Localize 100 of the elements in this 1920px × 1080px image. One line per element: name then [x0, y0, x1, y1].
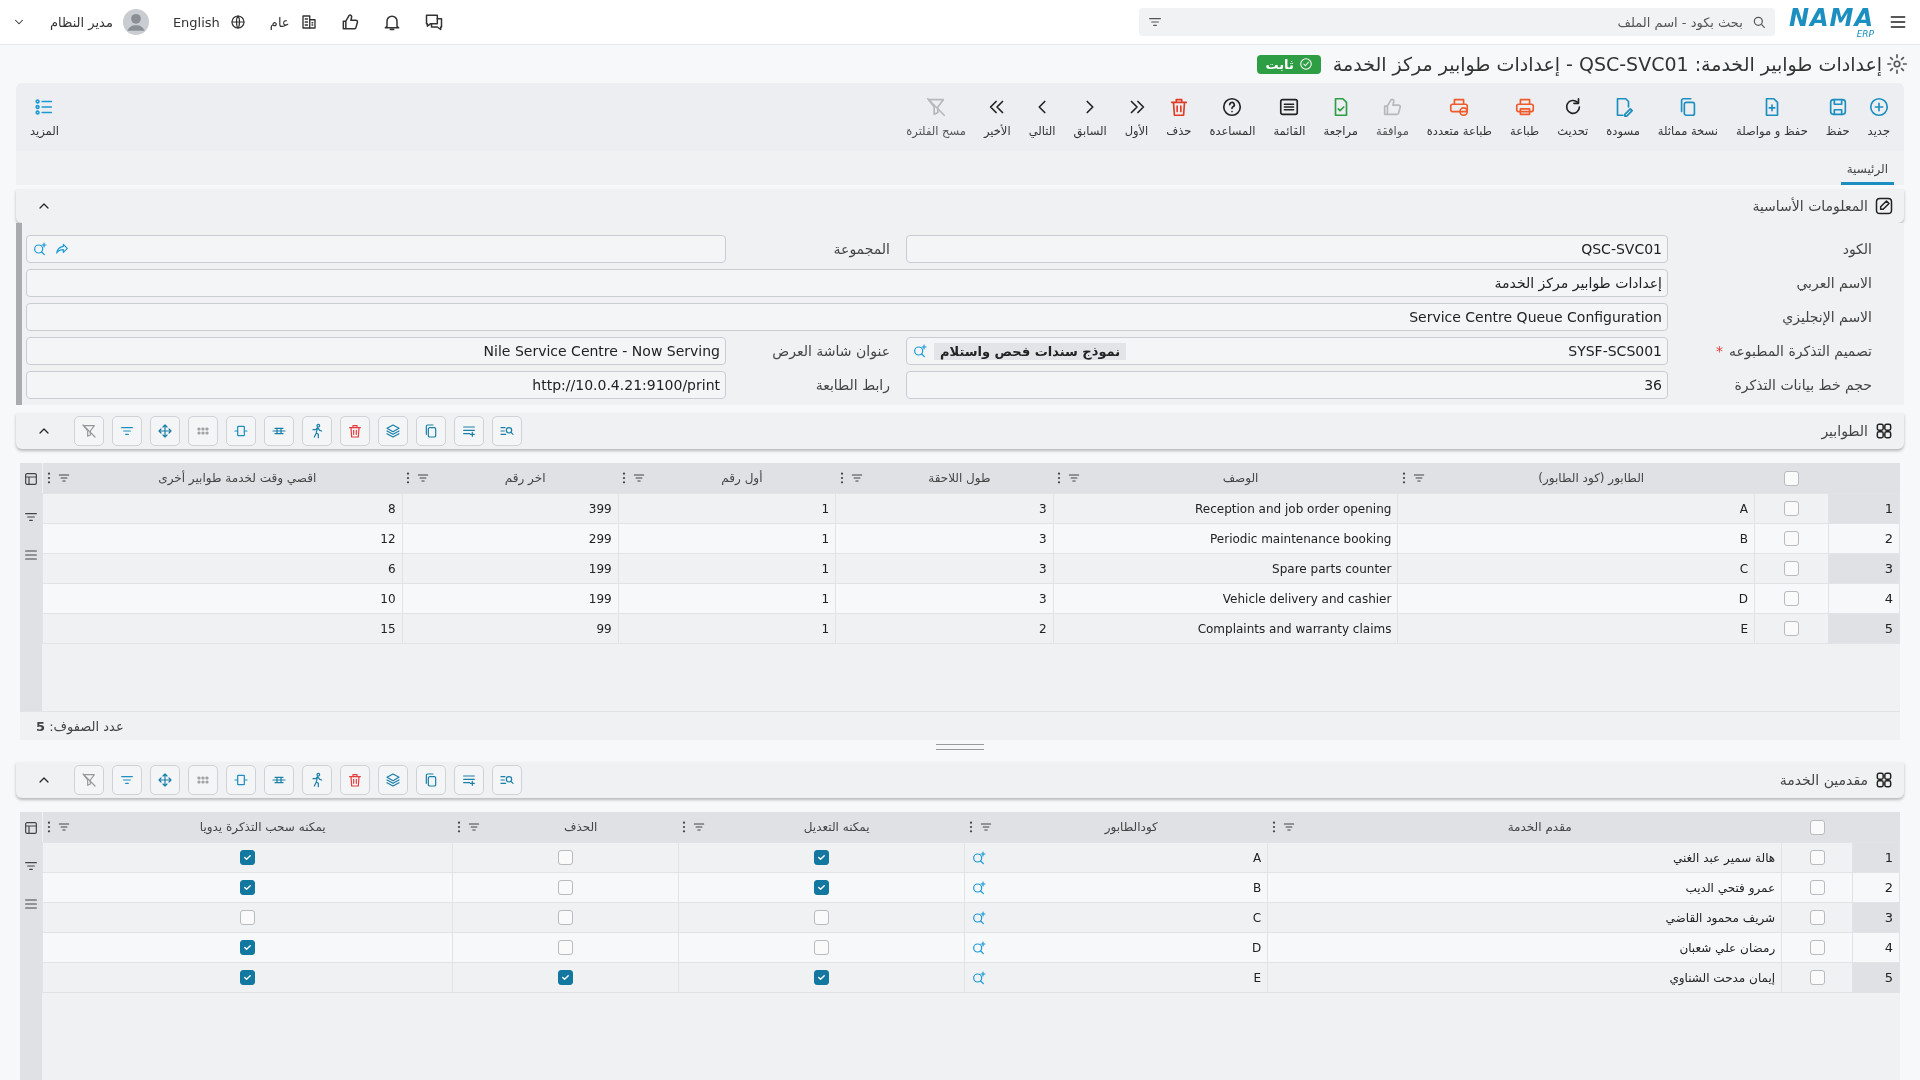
filter-button[interactable] — [112, 765, 142, 795]
run-button[interactable] — [302, 765, 332, 795]
search-list-button[interactable] — [492, 765, 522, 795]
column-header[interactable]: الطابور (كود الطابور) — [1397, 463, 1755, 494]
kebab-icon[interactable] — [46, 821, 51, 833]
checkbox[interactable] — [240, 970, 256, 985]
checkbox[interactable] — [558, 850, 574, 865]
company-label[interactable]: عام — [269, 14, 290, 30]
clear-filter-button[interactable] — [74, 765, 104, 795]
lookup-icon[interactable] — [971, 969, 988, 986]
kebab-icon[interactable] — [839, 472, 844, 484]
move-button[interactable] — [150, 416, 180, 446]
checkbox[interactable] — [814, 850, 830, 865]
toolbar-button[interactable]: حذف — [1160, 92, 1198, 142]
kebab-icon[interactable] — [1271, 821, 1276, 833]
rows-button[interactable] — [264, 765, 294, 795]
column-header[interactable]: يمكنه التعديل — [678, 812, 965, 843]
toolbar-button[interactable]: نسخة مماثلة — [1651, 92, 1724, 142]
checkbox[interactable] — [1784, 591, 1799, 606]
fit-columns-button[interactable] — [226, 765, 256, 795]
checkbox[interactable] — [814, 970, 830, 985]
toolbar-button[interactable]: مسودة — [1600, 92, 1646, 142]
kebab-icon[interactable] — [456, 821, 461, 833]
column-header[interactable]: اخر رقم — [402, 463, 619, 494]
column-header[interactable]: طول اللاحقة — [835, 463, 1054, 494]
kebab-icon[interactable] — [46, 472, 51, 484]
checkbox[interactable] — [1809, 910, 1825, 925]
checkbox[interactable] — [1809, 880, 1825, 895]
column-header[interactable]: أول رقم — [618, 463, 836, 494]
lookup-icon[interactable] — [912, 343, 928, 359]
input-field[interactable]: إعدادات طوابير مركز الخدمة — [26, 269, 1668, 297]
toolbar-button[interactable]: طباعة — [1504, 92, 1546, 142]
checkbox[interactable] — [814, 940, 830, 955]
toolbar-button[interactable]: جديد — [1861, 92, 1896, 142]
checkbox[interactable] — [1809, 970, 1825, 985]
share-arrow-icon[interactable] — [54, 241, 70, 257]
fit-columns-button[interactable] — [226, 416, 256, 446]
move-button[interactable] — [150, 765, 180, 795]
toolbar-button[interactable]: السابق — [1067, 92, 1113, 142]
run-button[interactable] — [302, 416, 332, 446]
more-button[interactable]: المزيد — [24, 92, 65, 142]
filter-button[interactable] — [112, 416, 142, 446]
input-field[interactable]: QSC-SVC01 — [906, 235, 1668, 263]
toolbar-button[interactable]: مراجعة — [1317, 92, 1365, 142]
checkbox[interactable] — [1784, 561, 1799, 576]
column-header[interactable]: الوصف — [1053, 463, 1398, 494]
column-header[interactable]: كودالطابور — [964, 812, 1268, 843]
toolbar-button[interactable]: طباعة متعددة — [1420, 92, 1498, 142]
checkbox[interactable] — [1784, 470, 1799, 486]
checkbox[interactable] — [558, 970, 574, 985]
toolbar-button[interactable]: التالي — [1022, 92, 1062, 142]
checkbox[interactable] — [1784, 531, 1799, 546]
dots-button[interactable] — [188, 765, 218, 795]
table-icon[interactable] — [23, 820, 39, 836]
resize-handle[interactable] — [936, 744, 984, 750]
checkbox[interactable] — [558, 910, 574, 925]
lookup-icon[interactable] — [971, 849, 988, 866]
avatar-icon[interactable] — [122, 9, 149, 35]
toolbar-button[interactable]: حفظ — [1819, 92, 1856, 142]
layers-button[interactable] — [378, 765, 408, 795]
checkbox[interactable] — [1809, 850, 1825, 865]
globe-icon[interactable] — [229, 14, 246, 30]
search-list-button[interactable] — [492, 416, 522, 446]
checkbox[interactable] — [558, 940, 574, 955]
table-icon[interactable] — [23, 471, 39, 487]
checkbox[interactable] — [814, 910, 830, 925]
checkbox[interactable] — [240, 880, 256, 895]
lookup-icon[interactable] — [971, 939, 988, 956]
add-row-button[interactable] — [454, 765, 484, 795]
delete-row-button[interactable] — [340, 765, 370, 795]
column-header[interactable]: مقدم الخدمة — [1267, 812, 1782, 843]
kebab-icon[interactable] — [622, 472, 627, 484]
delete-row-button[interactable] — [340, 416, 370, 446]
input-field[interactable]: http://10.0.4.21:9100/print — [26, 371, 726, 399]
copy-row-button[interactable] — [416, 765, 446, 795]
user-name[interactable]: مدير النظام — [50, 14, 113, 30]
column-header[interactable]: يمكنه سحب التذكرة يدويا — [42, 812, 453, 843]
input-field[interactable]: 36 — [906, 371, 1668, 399]
toolbar-button[interactable]: الأخير — [977, 92, 1017, 142]
rows-button[interactable] — [264, 416, 294, 446]
search-input[interactable]: بحث بكود - اسم الملف — [1168, 13, 1745, 31]
building-icon[interactable] — [299, 13, 318, 31]
clear-filter-button[interactable] — [74, 416, 104, 446]
checkbox[interactable] — [240, 850, 256, 865]
lookup-icon[interactable] — [32, 241, 48, 257]
checkbox[interactable] — [1784, 501, 1799, 516]
column-header[interactable]: الحذف — [452, 812, 679, 843]
search-bar[interactable]: بحث بكود - اسم الملف — [1138, 8, 1775, 36]
checkbox[interactable] — [1809, 819, 1825, 835]
checkbox[interactable] — [558, 880, 574, 895]
input-field[interactable]: Service Centre Queue Configuration — [26, 303, 1668, 331]
layers-button[interactable] — [378, 416, 408, 446]
column-header[interactable]: اقصي وقت لخدمة طوابير أخرى — [42, 463, 403, 494]
toolbar-button[interactable]: الأول — [1118, 92, 1155, 142]
toolbar-button[interactable]: المساعدة — [1203, 92, 1262, 142]
lookup-icon[interactable] — [971, 909, 988, 926]
kebab-icon[interactable] — [1401, 472, 1406, 484]
checkbox[interactable] — [1809, 940, 1825, 955]
checkbox[interactable] — [240, 910, 256, 925]
toolbar-button[interactable]: القائمة — [1267, 92, 1312, 142]
